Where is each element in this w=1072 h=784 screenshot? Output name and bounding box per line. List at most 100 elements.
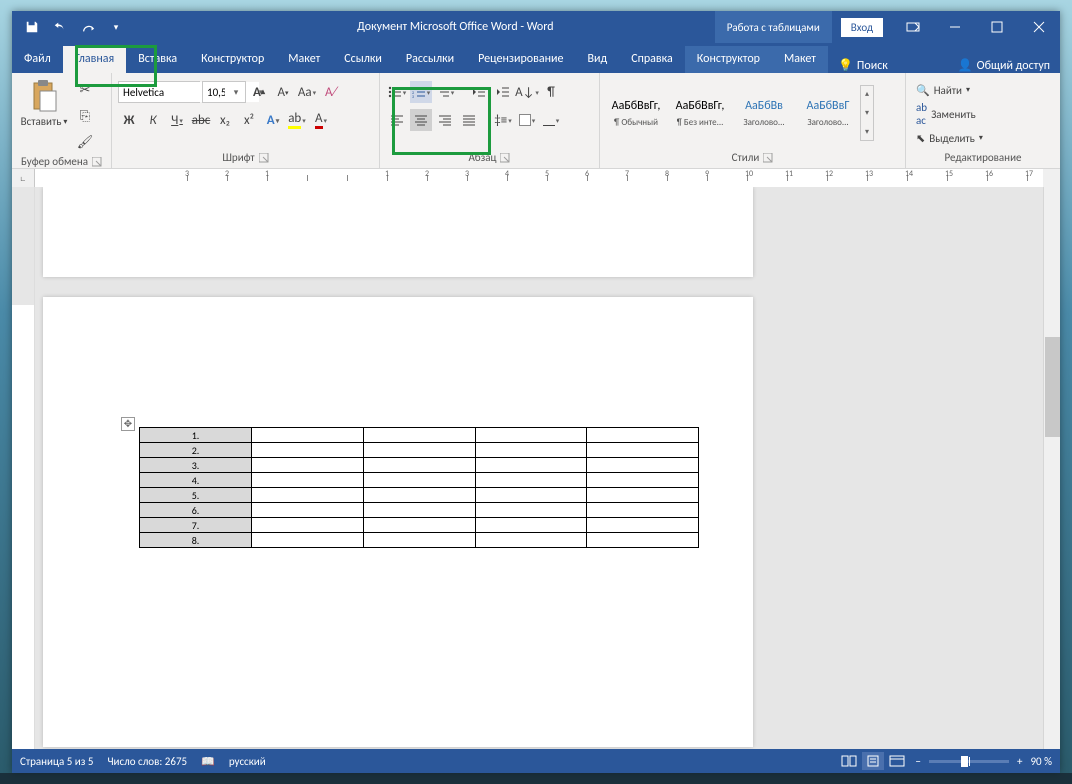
print-layout-button[interactable] [862,752,884,770]
web-layout-button[interactable] [886,752,908,770]
close-button[interactable] [1018,11,1060,43]
bold-button[interactable]: Ж [118,109,140,131]
zoom-out-button[interactable]: − [916,755,921,768]
increase-indent-button[interactable] [492,81,514,103]
font-color-button[interactable]: A [310,109,332,131]
grow-font-button[interactable]: A▴ [248,81,270,103]
horizontal-ruler-row: ∟ 3211234567891011121314151617 [12,169,1060,187]
strike-button[interactable]: abc [190,109,212,131]
cut-button[interactable]: ✂ [74,79,96,101]
style-3[interactable]: АаБбВвГЗаголово... [797,85,859,141]
subscript-button[interactable]: x₂ [214,109,236,131]
align-center-button[interactable] [410,109,432,131]
tab-view[interactable]: Вид [575,46,619,73]
text-effects-button[interactable]: A [262,109,284,131]
select-button[interactable]: ⬉Выделить▾ [912,127,987,149]
tab-references[interactable]: Ссылки [332,46,394,73]
underline-button[interactable]: Ч [166,109,188,131]
zoom-slider[interactable] [929,760,1009,763]
ribbon-display-button[interactable] [892,11,934,43]
styles-expand[interactable]: ▾ [865,127,869,137]
vertical-scrollbar[interactable] [1043,187,1060,749]
decrease-indent-button[interactable] [468,81,490,103]
style-2[interactable]: АаБбВвЗаголово... [733,85,795,141]
font-dialog-launcher[interactable] [259,153,269,163]
font-size-combo[interactable]: ▾ [202,81,246,103]
undo-button[interactable] [48,15,72,39]
multilevel-button[interactable] [434,81,456,103]
borders-button[interactable] [540,109,562,131]
change-case-button[interactable]: Aa [296,81,318,103]
table-move-handle[interactable]: ✥ [121,417,135,431]
ribbon: Вставить▾ ✂ ⎘ 🖌 Буфер обмена ▾ ▾ A▴ A▾ A… [12,73,1060,169]
style-0[interactable]: АаБбВвГг,¶ Обычный [605,85,667,141]
styles-scroll-down[interactable]: ▾ [865,108,869,118]
highlight-button[interactable]: ab [286,109,308,131]
scroll-thumb[interactable] [1045,337,1060,437]
show-marks-button[interactable]: ¶ [540,81,562,103]
redo-button[interactable] [76,15,100,39]
align-right-button[interactable] [434,109,456,131]
numbering-button[interactable]: 123 [410,81,432,103]
sort-button[interactable]: A↓ [516,81,538,103]
justify-button[interactable] [458,109,480,131]
read-mode-button[interactable] [838,752,860,770]
tab-layout[interactable]: Макет [276,46,332,73]
group-font: ▾ ▾ A▴ A▾ Aa A⁄ Ж К Ч abc x₂ x² A ab A [112,73,380,168]
page-prev [43,187,753,277]
minimize-button[interactable] [934,11,976,43]
save-button[interactable] [20,15,44,39]
find-button[interactable]: 🔍Найти▾ [912,79,987,101]
styles-scroll-up[interactable]: ▴ [865,89,869,99]
maximize-button[interactable] [976,11,1018,43]
paste-button[interactable]: Вставить▾ [16,77,72,130]
tab-selector[interactable]: ∟ [12,169,35,187]
copy-button[interactable]: ⎘ [74,105,96,127]
tab-table-design[interactable]: Конструктор [685,46,772,73]
tell-me-search[interactable]: 💡Поиск [828,58,898,73]
share-button[interactable]: 👤Общий доступ [948,58,1060,73]
title-bar: ▾ Документ Microsoft Office Word - Word … [12,11,1060,43]
shading-button[interactable] [516,109,538,131]
page-canvas[interactable]: I ✥ 1.2.3.4.5.6.7.8. [35,187,1043,749]
tab-review[interactable]: Рецензирование [466,46,575,73]
tab-home[interactable]: Главная [63,46,126,73]
sign-in-button[interactable]: Вход [840,17,884,38]
group-styles: АаБбВвГг,¶ ОбычныйАаБбВвГг,¶ Без инте...… [600,73,906,168]
bullets-button[interactable] [386,81,408,103]
styles-gallery[interactable]: АаБбВвГг,¶ ОбычныйАаБбВвГг,¶ Без инте...… [604,85,860,141]
line-spacing-button[interactable]: ‡≡ [492,109,514,131]
status-proofing-icon[interactable]: 📖 [201,755,215,768]
align-left-button[interactable] [386,109,408,131]
group-editing: 🔍Найти▾ abacЗаменить ⬉Выделить▾ Редактир… [906,73,1060,168]
tab-help[interactable]: Справка [619,46,685,73]
document-table[interactable]: 1.2.3.4.5.6.7.8. [139,427,699,548]
format-painter-button[interactable]: 🖌 [74,131,96,153]
zoom-in-button[interactable]: + [1017,755,1022,768]
tab-file[interactable]: Файл [12,46,63,73]
shrink-font-button[interactable]: A▾ [272,81,294,103]
italic-button[interactable]: К [142,109,164,131]
word-window: ▾ Документ Microsoft Office Word - Word … [12,11,1060,773]
styles-dialog-launcher[interactable] [763,153,773,163]
tab-mailings[interactable]: Рассылки [394,46,466,73]
status-bar: Страница 5 из 5 Число слов: 2675 📖 русск… [12,749,1060,773]
status-page[interactable]: Страница 5 из 5 [20,755,93,768]
paragraph-dialog-launcher[interactable] [500,153,510,163]
font-name-combo[interactable]: ▾ [118,81,200,103]
tab-table-layout[interactable]: Макет [772,46,828,73]
superscript-button[interactable]: x² [238,109,260,131]
vertical-ruler[interactable] [12,187,35,749]
qat-customize[interactable]: ▾ [104,15,128,39]
horizontal-ruler[interactable]: 3211234567891011121314151617 [35,169,1043,187]
style-1[interactable]: АаБбВвГг,¶ Без инте... [669,85,731,141]
replace-button[interactable]: abacЗаменить [912,103,987,125]
status-language[interactable]: русский [229,755,266,768]
clear-format-button[interactable]: A⁄ [320,81,342,103]
clipboard-dialog-launcher[interactable] [92,157,102,167]
windows-taskbar[interactable] [0,773,1072,784]
tab-design[interactable]: Конструктор [189,46,276,73]
status-words[interactable]: Число слов: 2675 [107,755,187,768]
tab-insert[interactable]: Вставка [126,46,189,73]
zoom-level[interactable]: 90 % [1030,755,1052,768]
